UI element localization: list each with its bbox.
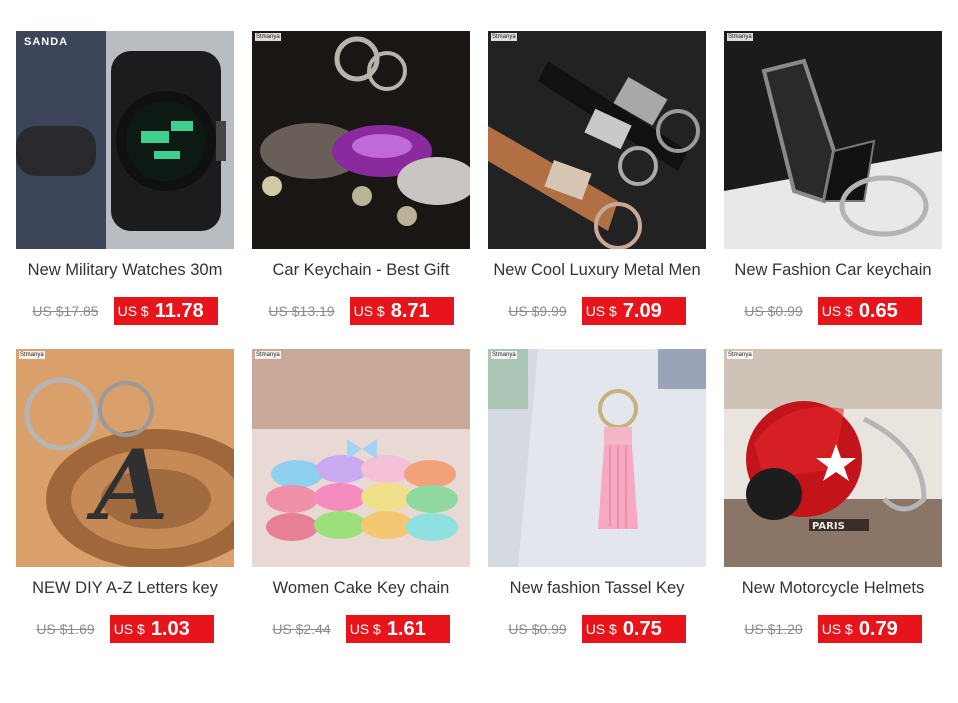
currency-label: US $ [585, 621, 617, 637]
watch-image [16, 31, 234, 249]
product-title[interactable]: New Fashion Car keychain [724, 261, 942, 283]
price-row: US $0.99 US $ 0.75 [488, 615, 706, 643]
svg-text:A: A [86, 429, 168, 542]
original-price: US $0.99 [508, 621, 567, 637]
sale-price: 11.78 [154, 299, 204, 322]
product-image[interactable]: Stmanya [252, 349, 470, 567]
brand-watermark: Stmanya [491, 33, 517, 41]
product-image[interactable]: Stmanya [488, 349, 706, 567]
product-title[interactable]: New fashion Tassel Key [488, 579, 706, 601]
product-title[interactable]: Car Keychain - Best Gift [252, 261, 470, 283]
currency-label: US $ [113, 621, 145, 637]
currency-label: US $ [585, 303, 617, 319]
product-card[interactable]: Stmanya Women Cake Key chain US $2.44 US… [252, 349, 470, 643]
currency-label: US $ [349, 621, 381, 637]
price-row: US $17.85 US $ 11.78 [16, 297, 234, 325]
product-card[interactable]: Stmanya New Cool Luxury Metal Men US $9.… [488, 31, 706, 325]
car-keychain-image [252, 31, 470, 249]
brand-watermark: Stmanya [491, 351, 517, 359]
sale-price-badge: US $ 7.09 [581, 297, 686, 325]
product-card[interactable]: SANDA New Military Watches 30m US $17.85… [16, 31, 234, 325]
currency-label: US $ [821, 621, 853, 637]
product-image[interactable]: SANDA [16, 31, 234, 249]
product-title[interactable]: New Motorcycle Helmets [724, 579, 942, 601]
product-image[interactable]: A Stmanya [16, 349, 234, 567]
currency-label: US $ [117, 303, 149, 319]
sale-price-badge: US $ 1.61 [345, 615, 450, 643]
original-price: US $1.20 [744, 621, 803, 637]
sale-price: 0.75 [622, 617, 662, 640]
currency-label: US $ [821, 303, 853, 319]
product-title[interactable]: Women Cake Key chain [252, 579, 470, 601]
product-image[interactable]: Stmanya [488, 31, 706, 249]
sale-price-badge: US $ 0.79 [817, 615, 922, 643]
price-row: US $1.69 US $ 1.03 [16, 615, 234, 643]
brand-watermark: SANDA [24, 36, 69, 48]
sale-price: 0.65 [858, 299, 898, 322]
product-title[interactable]: NEW DIY A-Z Letters key [16, 579, 234, 601]
original-price: US $0.99 [744, 303, 803, 319]
brand-watermark: Stmanya [727, 33, 753, 41]
sale-price: 0.79 [858, 617, 898, 640]
brand-watermark: Stmanya [727, 351, 753, 359]
original-price: US $17.85 [32, 303, 99, 319]
brand-watermark: Stmanya [255, 33, 281, 41]
product-image[interactable]: Stmanya [252, 31, 470, 249]
price-row: US $13.19 US $ 8.71 [252, 297, 470, 325]
sale-price: 7.09 [622, 299, 662, 322]
brand-watermark: Stmanya [255, 351, 281, 359]
sale-price-badge: US $ 11.78 [113, 297, 218, 325]
price-row: US $0.99 US $ 0.65 [724, 297, 942, 325]
sale-price-badge: US $ 1.03 [109, 615, 214, 643]
sale-price-badge: US $ 0.75 [581, 615, 686, 643]
product-card[interactable]: Stmanya New Fashion Car keychain US $0.9… [724, 31, 942, 325]
product-card[interactable]: Stmanya New fashion Tassel Key US $0.99 … [488, 349, 706, 643]
product-card[interactable]: PARIS Stmanya New Motorcycle Helmets US … [724, 349, 942, 643]
macaron-keychain-image [252, 349, 470, 567]
sale-price: 8.71 [390, 299, 430, 322]
sale-price: 1.61 [386, 617, 426, 640]
original-price: US $2.44 [272, 621, 331, 637]
product-card[interactable]: Stmanya Car Keychain - Best Gift US $13.… [252, 31, 470, 325]
original-price: US $1.69 [36, 621, 95, 637]
brand-watermark: Stmanya [19, 351, 45, 359]
currency-label: US $ [353, 303, 385, 319]
product-image[interactable]: Stmanya [724, 31, 942, 249]
sale-price-badge: US $ 8.71 [349, 297, 454, 325]
letter-keychain-image: A [16, 349, 234, 567]
leather-keychain-image [488, 31, 706, 249]
original-price: US $9.99 [508, 303, 567, 319]
metal-keychain-image [724, 31, 942, 249]
product-title[interactable]: New Cool Luxury Metal Men [488, 261, 706, 283]
svg-text:PARIS: PARIS [812, 521, 845, 532]
price-row: US $1.20 US $ 0.79 [724, 615, 942, 643]
product-card[interactable]: A Stmanya NEW DIY A-Z Letters key US $1.… [16, 349, 234, 643]
tassel-keychain-image [488, 349, 706, 567]
price-row: US $2.44 US $ 1.61 [252, 615, 470, 643]
helmet-keychain-image: PARIS [724, 349, 942, 567]
price-row: US $9.99 US $ 7.09 [488, 297, 706, 325]
sale-price-badge: US $ 0.65 [817, 297, 922, 325]
product-title[interactable]: New Military Watches 30m [16, 261, 234, 283]
product-image[interactable]: PARIS Stmanya [724, 349, 942, 567]
original-price: US $13.19 [268, 303, 335, 319]
sale-price: 1.03 [150, 617, 190, 640]
